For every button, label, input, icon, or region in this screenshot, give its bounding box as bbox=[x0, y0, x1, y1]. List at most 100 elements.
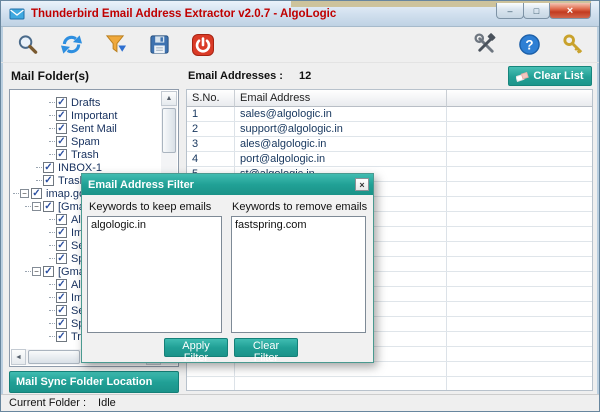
folder-checkbox[interactable]: ✓ bbox=[56, 240, 67, 251]
tree-item[interactable]: ✓ Important bbox=[11, 109, 161, 122]
table-row[interactable]: 4 port@algologic.in bbox=[187, 152, 592, 167]
folder-checkbox[interactable]: ✓ bbox=[43, 175, 54, 186]
folder-checkbox[interactable]: ✓ bbox=[56, 214, 67, 225]
window-controls: – □ × bbox=[496, 3, 591, 19]
cell-filler bbox=[447, 197, 592, 211]
save-icon bbox=[148, 33, 171, 56]
dialog-title-bar[interactable]: Email Address Filter × bbox=[82, 174, 373, 195]
folder-checkbox[interactable]: ✓ bbox=[43, 162, 54, 173]
mail-sync-folder-button[interactable]: Mail Sync Folder Location bbox=[9, 371, 179, 393]
dialog-title: Email Address Filter bbox=[88, 178, 194, 191]
search-button[interactable] bbox=[13, 31, 41, 59]
collapse-icon[interactable]: − bbox=[20, 189, 29, 198]
folder-label[interactable]: Trash bbox=[70, 149, 99, 161]
cell-email: support@algologic.in bbox=[235, 122, 447, 136]
table-row bbox=[187, 377, 592, 390]
section-header-row: Mail Folder(s) Email Addresses : 12 Clear… bbox=[1, 63, 599, 89]
folder-checkbox[interactable]: ✓ bbox=[56, 136, 67, 147]
scroll-up-icon[interactable]: ▲ bbox=[161, 91, 177, 106]
folder-label[interactable]: INBOX-1 bbox=[57, 162, 102, 174]
table-header: S.No. Email Address bbox=[187, 90, 592, 107]
tree-connector bbox=[49, 284, 55, 285]
status-label: Current Folder : bbox=[9, 397, 87, 409]
column-header[interactable]: Email Address bbox=[235, 90, 447, 107]
table-row[interactable]: 1 sales@algologic.in bbox=[187, 107, 592, 122]
cell-filler bbox=[447, 227, 592, 241]
folder-checkbox[interactable]: ✓ bbox=[43, 201, 54, 212]
filter-button[interactable] bbox=[101, 31, 129, 59]
status-value: Idle bbox=[98, 397, 116, 409]
cell-sno bbox=[187, 362, 235, 376]
eraser-icon bbox=[516, 71, 530, 82]
table-row[interactable]: 3 ales@algologic.in bbox=[187, 137, 592, 152]
cell-email: ales@algologic.in bbox=[235, 137, 447, 151]
clear-list-button[interactable]: Clear List bbox=[508, 66, 592, 86]
maximize-button[interactable]: □ bbox=[523, 3, 550, 19]
folder-label[interactable]: Spam bbox=[70, 136, 100, 148]
license-key-button[interactable] bbox=[559, 31, 587, 59]
folder-label[interactable]: Important bbox=[70, 110, 117, 122]
table-row[interactable]: 2 support@algologic.in bbox=[187, 122, 592, 137]
folder-checkbox[interactable]: ✓ bbox=[56, 123, 67, 134]
folder-checkbox[interactable]: ✓ bbox=[56, 331, 67, 342]
help-button[interactable]: ? bbox=[515, 31, 543, 59]
cell-email bbox=[235, 377, 447, 390]
folder-checkbox[interactable]: ✓ bbox=[56, 292, 67, 303]
collapse-icon[interactable]: − bbox=[32, 202, 41, 211]
cell-filler bbox=[447, 107, 592, 121]
tree-connector bbox=[49, 245, 55, 246]
table-row bbox=[187, 362, 592, 377]
folder-label[interactable]: Drafts bbox=[70, 97, 100, 109]
help-icon: ? bbox=[518, 33, 541, 56]
folder-checkbox[interactable]: ✓ bbox=[56, 227, 67, 238]
tree-item[interactable]: ✓ Trash bbox=[11, 148, 161, 161]
tree-item[interactable]: ✓ Spam bbox=[11, 135, 161, 148]
folder-checkbox[interactable]: ✓ bbox=[56, 253, 67, 264]
tree-item[interactable]: ✓ Sent Mail bbox=[11, 122, 161, 135]
tree-connector bbox=[49, 336, 55, 337]
cell-sno bbox=[187, 377, 235, 390]
tree-connector bbox=[49, 102, 55, 103]
tree-connector bbox=[25, 271, 31, 272]
scroll-left-icon[interactable]: ◄ bbox=[11, 349, 26, 365]
cell-filler bbox=[447, 152, 592, 166]
tree-connector bbox=[49, 323, 55, 324]
tree-item[interactable]: ✓ Drafts bbox=[11, 96, 161, 109]
tree-connector bbox=[36, 167, 42, 168]
remove-keywords-textarea[interactable]: fastspring.com bbox=[231, 216, 366, 333]
cell-sno: 4 bbox=[187, 152, 235, 166]
collapse-icon[interactable]: − bbox=[32, 267, 41, 276]
tree-connector bbox=[13, 193, 19, 194]
stop-button[interactable] bbox=[189, 31, 217, 59]
horizontal-scroll-thumb[interactable] bbox=[28, 350, 80, 364]
cell-filler bbox=[447, 272, 592, 286]
folder-checkbox[interactable]: ✓ bbox=[56, 279, 67, 290]
clear-filter-button[interactable]: Clear Filter bbox=[234, 338, 298, 364]
remove-keywords-label: Keywords to remove emails bbox=[232, 201, 368, 213]
column-header[interactable]: S.No. bbox=[187, 90, 235, 107]
tree-connector bbox=[49, 154, 55, 155]
close-button[interactable]: × bbox=[549, 3, 591, 19]
cell-filler bbox=[447, 242, 592, 256]
minimize-button[interactable]: – bbox=[496, 3, 524, 19]
folder-checkbox[interactable]: ✓ bbox=[56, 318, 67, 329]
tree-connector bbox=[49, 310, 55, 311]
folder-checkbox[interactable]: ✓ bbox=[56, 305, 67, 316]
folder-label[interactable]: Sent Mail bbox=[70, 123, 117, 135]
folder-checkbox[interactable]: ✓ bbox=[43, 266, 54, 277]
dialog-close-button[interactable]: × bbox=[355, 178, 369, 191]
vertical-scroll-thumb[interactable] bbox=[162, 108, 176, 153]
save-button[interactable] bbox=[145, 31, 173, 59]
tools-button[interactable] bbox=[471, 31, 499, 59]
cell-sno: 3 bbox=[187, 137, 235, 151]
keep-keywords-textarea[interactable]: algologic.in bbox=[87, 216, 222, 333]
folder-checkbox[interactable]: ✓ bbox=[56, 97, 67, 108]
folder-checkbox[interactable]: ✓ bbox=[56, 149, 67, 160]
folder-checkbox[interactable]: ✓ bbox=[56, 110, 67, 121]
folder-checkbox[interactable]: ✓ bbox=[31, 188, 42, 199]
status-bar: Current Folder : Idle bbox=[1, 394, 599, 411]
refresh-button[interactable] bbox=[57, 31, 85, 59]
apply-filter-button[interactable]: Apply Filter bbox=[164, 338, 228, 364]
cell-filler bbox=[447, 122, 592, 136]
cell-filler bbox=[447, 302, 592, 316]
